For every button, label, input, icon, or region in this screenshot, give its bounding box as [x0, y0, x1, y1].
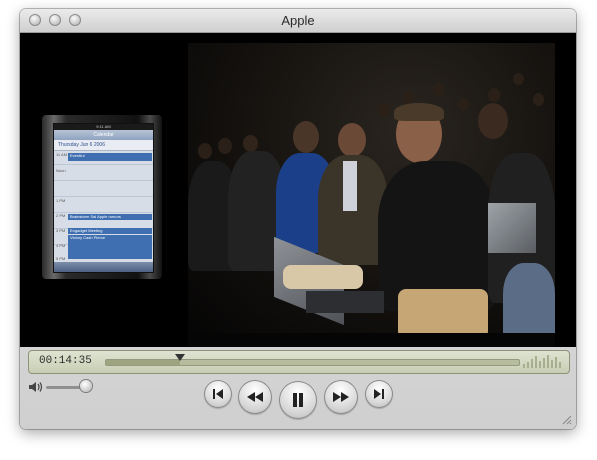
pause-icon: [293, 393, 303, 407]
phone-hour: 1 PM: [56, 198, 66, 203]
skip-forward-icon: [374, 389, 384, 399]
rewind-button[interactable]: [238, 380, 272, 414]
volume-slider-knob[interactable]: [80, 380, 92, 392]
timeline-bar: 00:14:35: [28, 350, 570, 374]
window-title: Apple: [281, 13, 315, 28]
phone-event: Victory Cash Pierce: [68, 235, 152, 259]
audience-video-frame: [188, 43, 555, 339]
projected-phone-image: 9:11 AM Calendar Thursday Jun 6 2006 11 …: [42, 115, 162, 279]
phone-calendar-header: Calendar: [54, 130, 153, 140]
phone-day-bar: Thursday Jun 6 2006: [54, 140, 153, 151]
audio-level-meter: [523, 355, 563, 368]
phone-event: Brainstorm Sal Apple rumors: [68, 214, 152, 220]
pause-button[interactable]: [279, 381, 317, 419]
timeline-track[interactable]: [105, 354, 520, 366]
timeline-progress: [106, 360, 181, 365]
phone-hour: 11 AM: [56, 152, 68, 157]
phone-hour: Noon: [56, 168, 66, 173]
skip-back-button[interactable]: [204, 380, 232, 408]
quicktime-window: Apple 9:11 AM Calendar Thursday Jun 6 20…: [20, 9, 576, 429]
playhead-handle[interactable]: [175, 354, 186, 361]
phone-event: Engadget Meeting: [68, 228, 152, 234]
skip-forward-button[interactable]: [365, 380, 393, 408]
phone-hour: 4 PM: [56, 243, 66, 248]
speaker-icon: [28, 381, 44, 393]
rewind-icon: [247, 392, 263, 402]
phone-calendar-screen: 9:11 AM Calendar Thursday Jun 6 2006 11 …: [53, 123, 154, 273]
skip-back-icon: [213, 389, 223, 399]
phone-hour: 5 PM: [56, 256, 66, 261]
video-shadow: [188, 333, 555, 347]
phone-event: Eventful: [68, 153, 152, 161]
video-area[interactable]: 9:11 AM Calendar Thursday Jun 6 2006 11 …: [20, 33, 576, 347]
title-bar[interactable]: Apple: [20, 9, 576, 33]
current-time: 00:14:35: [39, 355, 92, 367]
fast-forward-button[interactable]: [324, 380, 358, 414]
resize-grip-icon[interactable]: [560, 413, 572, 425]
fast-forward-icon: [333, 392, 349, 402]
phone-tab-bar: [54, 262, 153, 272]
phone-hour: 2 PM: [56, 213, 66, 218]
phone-hour: 3 PM: [56, 228, 66, 233]
